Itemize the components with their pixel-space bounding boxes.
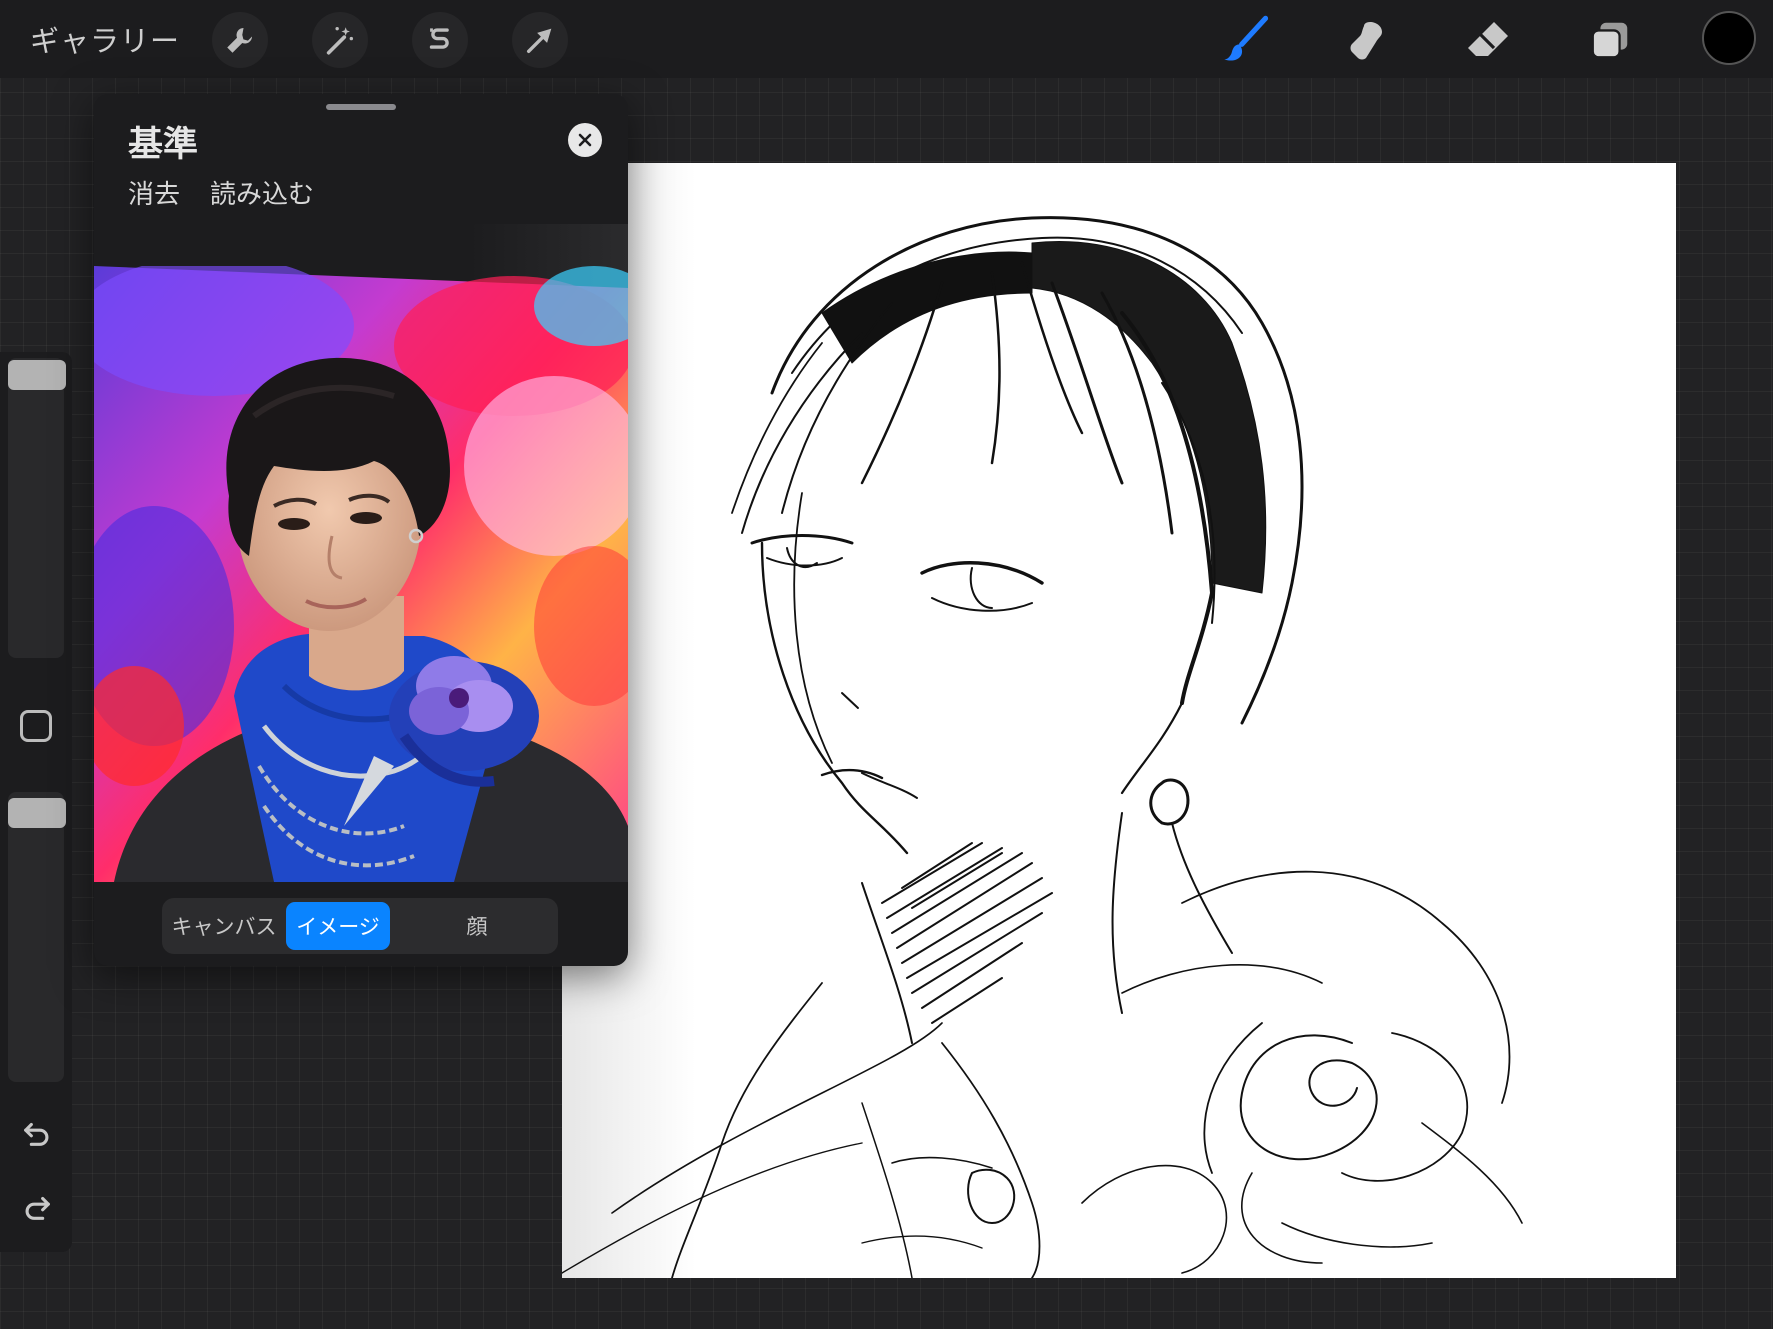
layers-icon [1591, 22, 1628, 59]
eraser-icon [1468, 22, 1508, 56]
transform-arrow-icon [526, 28, 552, 54]
opacity-slider[interactable] [8, 792, 64, 1082]
close-icon [578, 133, 592, 147]
opacity-thumb[interactable] [8, 798, 66, 828]
mode-canvas-tab[interactable]: キャンバス [166, 902, 282, 950]
mode-face-tab[interactable]: 顔 [402, 902, 552, 950]
left-sidebar [0, 352, 72, 1252]
sketch-drawing [562, 163, 1676, 1278]
close-button[interactable] [568, 123, 602, 157]
reference-photo [94, 266, 628, 882]
reference-image[interactable] [94, 266, 628, 882]
gallery-button[interactable]: ギャラリー [30, 18, 180, 60]
modify-button[interactable] [20, 710, 52, 742]
brush-button[interactable] [1218, 12, 1274, 68]
top-toolbar: ギャラリー [0, 0, 1773, 78]
brush-size-thumb[interactable] [8, 360, 66, 390]
clear-button[interactable]: 消去 [128, 174, 180, 211]
drawing-canvas[interactable] [562, 163, 1676, 1278]
undo-icon [24, 1122, 49, 1146]
layers-button[interactable] [1582, 12, 1638, 68]
selection-button[interactable] [412, 12, 468, 68]
smudge-button[interactable] [1338, 12, 1394, 68]
reference-panel: 基準 消去 読み込む キャンバス イメージ 顔 [94, 94, 628, 966]
selection-s-icon [429, 28, 449, 49]
import-button[interactable]: 読み込む [210, 174, 314, 211]
actions-button[interactable] [212, 12, 268, 68]
mode-image-tab[interactable]: イメージ [286, 902, 390, 950]
redo-button[interactable] [16, 1186, 58, 1228]
brush-size-slider[interactable] [8, 358, 64, 658]
reference-mode-control: キャンバス イメージ 顔 [162, 898, 558, 954]
adjustments-button[interactable] [312, 12, 368, 68]
smudge-icon [1350, 22, 1382, 60]
color-picker-button[interactable] [1702, 11, 1756, 65]
redo-icon [25, 1196, 50, 1220]
transform-button[interactable] [512, 12, 568, 68]
eraser-button[interactable] [1460, 12, 1516, 68]
wrench-icon [227, 27, 253, 53]
undo-button[interactable] [16, 1112, 58, 1154]
panel-title: 基準 [128, 125, 199, 165]
panel-grabber[interactable] [326, 104, 396, 110]
magic-wand-icon [326, 26, 354, 55]
brush-icon [1224, 15, 1269, 61]
